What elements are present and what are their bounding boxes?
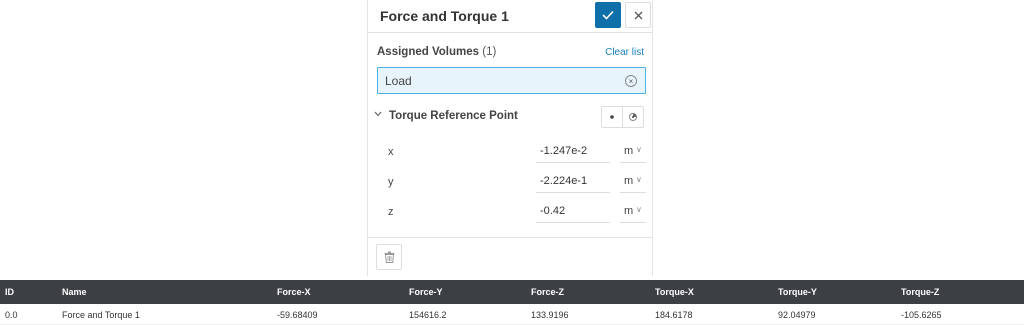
table-cell: 133.9196 <box>531 310 569 320</box>
point-pick-button[interactable] <box>601 106 623 128</box>
table-cell: -105.6265 <box>901 310 942 320</box>
assigned-volumes-text: Assigned Volumes <box>377 46 480 58</box>
center-point-icon <box>629 113 637 121</box>
column-header[interactable]: Name <box>62 287 87 297</box>
table-cell: 184.6178 <box>655 310 693 320</box>
force-torque-panel: Force and Torque 1 Assigned Volumes (1) … <box>367 0 653 276</box>
checkmark-icon <box>602 10 614 20</box>
unit-select[interactable]: m ∨ <box>620 169 646 193</box>
chevron-down-icon: ∨ <box>636 145 642 154</box>
chevron-down-icon: ∨ <box>636 175 642 184</box>
torque-reference-title: Torque Reference Point <box>389 110 518 122</box>
unit-select[interactable]: m ∨ <box>620 199 646 223</box>
assigned-volumes-field[interactable]: Load × <box>377 67 646 94</box>
panel-header: Force and Torque 1 <box>368 0 652 33</box>
x-coordinate-input[interactable] <box>536 139 610 163</box>
column-header[interactable]: Force-Y <box>409 287 443 297</box>
close-icon <box>634 11 642 19</box>
coordinate-label: x <box>388 146 394 158</box>
results-table: ID Name Force-X Force-Y Force-Z Torque-X… <box>0 280 1024 325</box>
unit-label: m <box>624 175 634 187</box>
column-header[interactable]: Force-X <box>277 287 311 297</box>
table-cell: -59.68409 <box>277 310 318 320</box>
assigned-volumes-label: Assigned Volumes (1) <box>377 46 496 58</box>
coordinate-row-z: z m ∨ <box>368 197 654 227</box>
column-header[interactable]: ID <box>5 287 14 297</box>
clear-list-link[interactable]: Clear list <box>605 47 644 58</box>
coordinate-row-y: y m ∨ <box>368 167 654 197</box>
panel-title: Force and Torque 1 <box>380 8 509 24</box>
results-header-row: ID Name Force-X Force-Y Force-Z Torque-X… <box>0 280 1024 304</box>
assigned-volumes-count: (1) <box>482 46 497 58</box>
coordinate-row-x: x m ∨ <box>368 137 654 167</box>
chevron-down-icon: ∨ <box>636 205 642 214</box>
column-header[interactable]: Torque-Z <box>901 287 939 297</box>
table-cell: 92.04979 <box>778 310 816 320</box>
center-of-mass-button[interactable] <box>622 106 644 128</box>
torque-reference-section: Torque Reference Point <box>374 106 650 128</box>
trash-icon <box>384 251 394 263</box>
delete-button[interactable] <box>376 244 402 270</box>
table-cell: Force and Torque 1 <box>62 310 140 320</box>
coordinate-label: y <box>388 176 394 188</box>
dot-icon <box>610 115 614 119</box>
table-row[interactable]: 0.0 Force and Torque 1 -59.68409 154616.… <box>0 304 1024 325</box>
unit-label: m <box>624 145 634 157</box>
assigned-volume-item: Load <box>385 74 412 88</box>
column-header[interactable]: Force-Z <box>531 287 564 297</box>
column-header[interactable]: Torque-X <box>655 287 694 297</box>
y-coordinate-input[interactable] <box>536 169 610 193</box>
coordinate-label: z <box>388 206 394 218</box>
close-button[interactable] <box>625 2 651 28</box>
confirm-button[interactable] <box>595 2 621 28</box>
unit-label: m <box>624 205 634 217</box>
column-header[interactable]: Torque-Y <box>778 287 817 297</box>
table-cell: 0.0 <box>5 310 18 320</box>
table-cell: 154616.2 <box>409 310 447 320</box>
unit-select[interactable]: m ∨ <box>620 139 646 163</box>
chevron-down-icon[interactable] <box>374 109 382 119</box>
divider <box>368 237 652 238</box>
remove-item-icon[interactable]: × <box>625 75 637 87</box>
z-coordinate-input[interactable] <box>536 199 610 223</box>
